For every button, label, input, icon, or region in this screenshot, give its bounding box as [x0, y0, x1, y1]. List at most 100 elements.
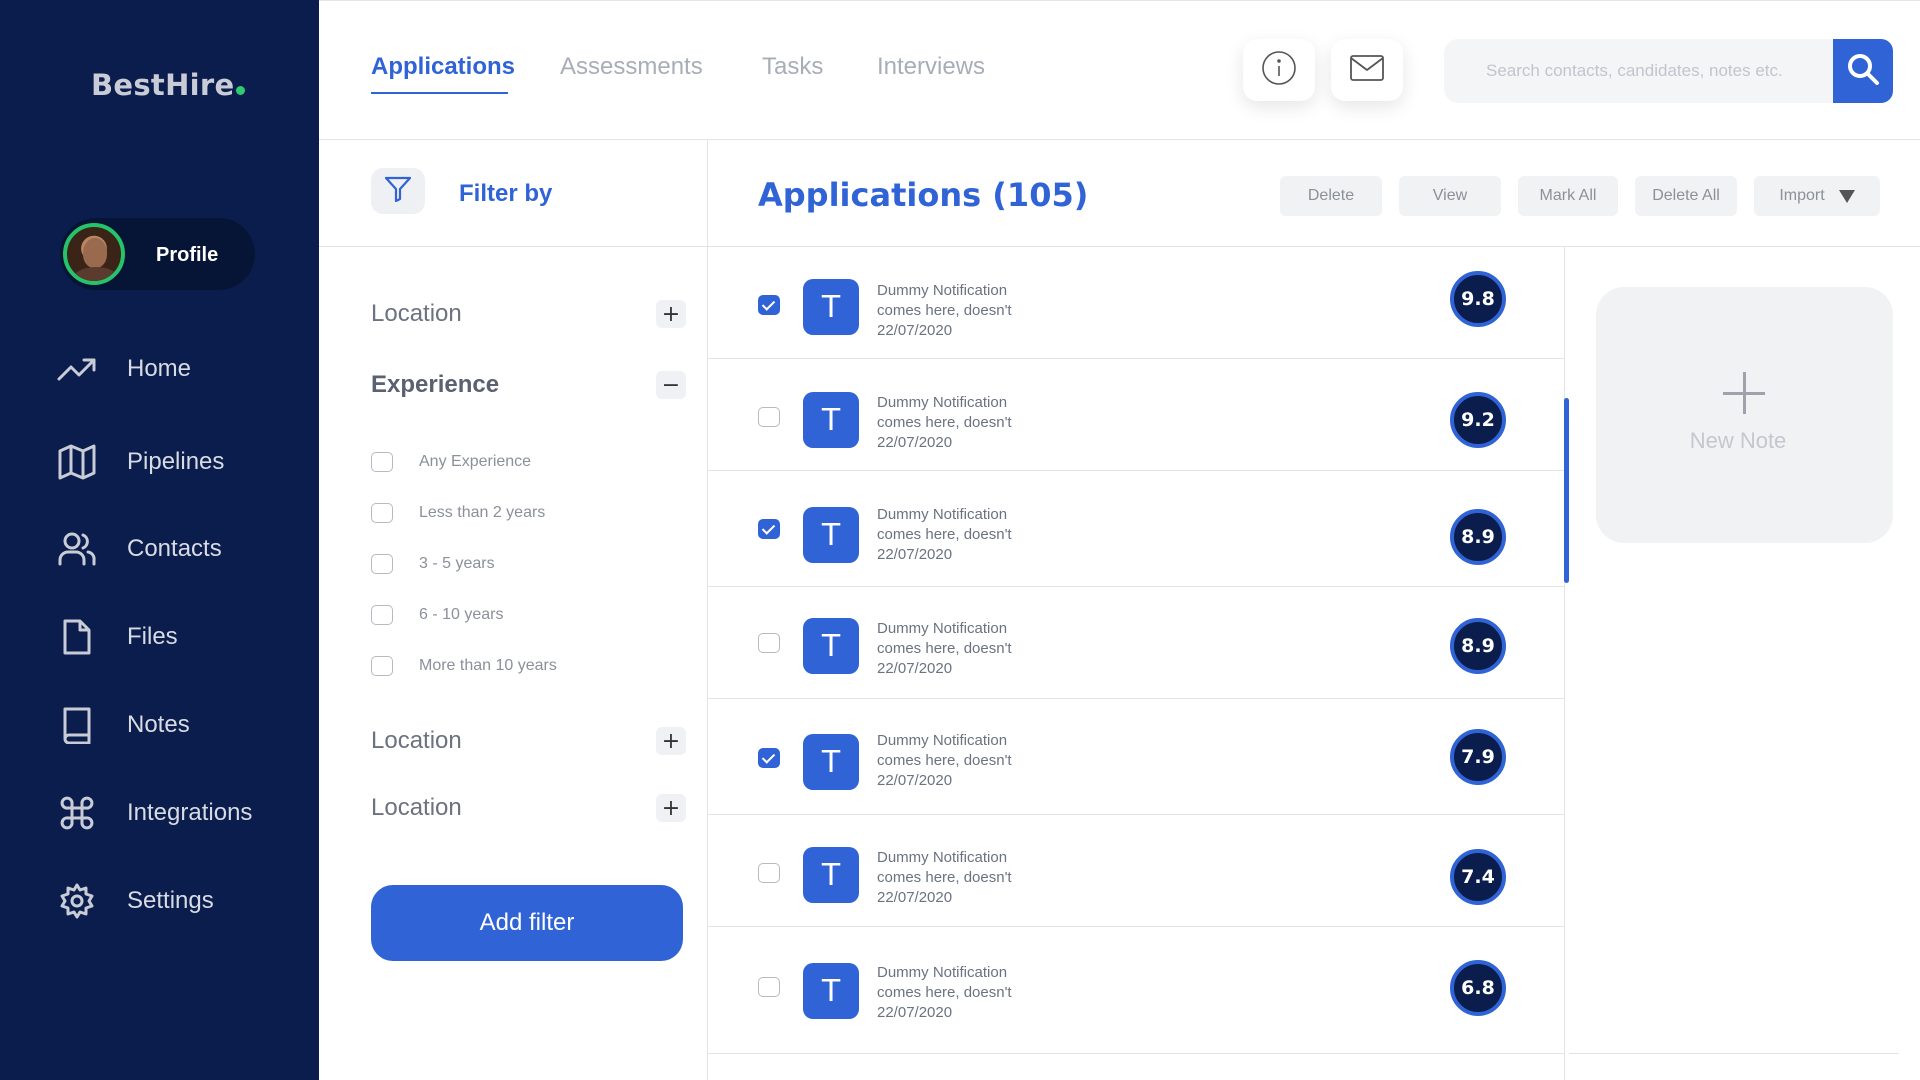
- tab-tasks[interactable]: Tasks: [762, 53, 823, 81]
- score-badge: 8.9: [1450, 509, 1506, 565]
- users-icon: [55, 527, 99, 571]
- checkbox[interactable]: [371, 452, 393, 472]
- row-checkbox[interactable]: [758, 633, 780, 653]
- logo-text: BestHire: [91, 68, 235, 102]
- row-checkbox[interactable]: [758, 295, 780, 315]
- command-icon: [55, 791, 99, 835]
- score-badge: 9.8: [1450, 271, 1506, 327]
- trending-up-icon: [55, 347, 99, 391]
- row-checkbox[interactable]: [758, 519, 780, 539]
- search-button[interactable]: [1833, 39, 1893, 103]
- sidebar-item-pipelines[interactable]: Pipelines: [55, 440, 305, 484]
- info-button[interactable]: [1243, 39, 1315, 101]
- avatar: [63, 223, 125, 285]
- filter-section-location[interactable]: Location +: [371, 721, 686, 761]
- table-row[interactable]: T Dummy Notification comes here, doesn't…: [708, 359, 1564, 471]
- row-checkbox[interactable]: [758, 407, 780, 427]
- option-label: 6 - 10 years: [419, 606, 504, 623]
- filter-section-label: Experience: [371, 371, 500, 398]
- profile-button[interactable]: Profile: [60, 218, 255, 290]
- expand-button[interactable]: +: [656, 727, 686, 755]
- expand-button[interactable]: +: [656, 794, 686, 822]
- row-line: Dummy Notification: [877, 849, 1008, 866]
- filter-section-label: Location: [371, 727, 462, 754]
- sidebar-item-label: Settings: [127, 887, 214, 914]
- sidebar-item-contacts[interactable]: Contacts: [55, 527, 305, 571]
- sidebar: BestHire Profile Home Pipelines Contacts: [0, 0, 319, 1080]
- tab-interviews[interactable]: Interviews: [877, 53, 985, 81]
- app-logo[interactable]: BestHire: [91, 68, 246, 102]
- filter-section-experience[interactable]: Experience −: [371, 365, 686, 405]
- row-text: Dummy Notification comes here, doesn't 2…: [877, 505, 1047, 565]
- option-label: 3 - 5 years: [419, 555, 495, 572]
- checkbox[interactable]: [371, 605, 393, 625]
- row-avatar: T: [803, 963, 859, 1019]
- add-filter-button[interactable]: Add filter: [371, 885, 683, 961]
- filter-button[interactable]: [371, 168, 425, 214]
- expand-button[interactable]: +: [656, 300, 686, 328]
- row-line: comes here, doesn't: [877, 869, 1012, 886]
- view-button[interactable]: View: [1399, 176, 1501, 216]
- experience-option[interactable]: 6 - 10 years: [371, 600, 503, 630]
- new-note-label: New Note: [1689, 428, 1787, 453]
- row-text: Dummy Notification comes here, doesn't 2…: [877, 731, 1047, 791]
- sidebar-item-integrations[interactable]: Integrations: [55, 791, 305, 835]
- row-avatar: T: [803, 507, 859, 563]
- row-line: Dummy Notification: [877, 964, 1008, 981]
- table-row[interactable]: T Dummy Notification comes here, doesn't…: [708, 815, 1564, 927]
- score-badge: 6.8: [1450, 960, 1506, 1016]
- row-checkbox[interactable]: [758, 977, 780, 997]
- file-icon: [55, 615, 99, 659]
- delete-button[interactable]: Delete: [1280, 176, 1382, 216]
- tab-applications[interactable]: Applications: [371, 53, 515, 81]
- experience-option[interactable]: 3 - 5 years: [371, 549, 495, 579]
- row-checkbox[interactable]: [758, 748, 780, 768]
- mark-all-button[interactable]: Mark All: [1518, 176, 1618, 216]
- row-line: comes here, doesn't: [877, 526, 1012, 543]
- row-text: Dummy Notification comes here, doesn't 2…: [877, 848, 1047, 908]
- new-note-card[interactable]: New Note: [1596, 287, 1893, 543]
- experience-option[interactable]: More than 10 years: [371, 651, 557, 681]
- option-label: More than 10 years: [419, 657, 557, 674]
- filter-section-location[interactable]: Location +: [371, 788, 686, 828]
- delete-all-button[interactable]: Delete All: [1635, 176, 1737, 216]
- table-row[interactable]: T Dummy Notification comes here, doesn't…: [708, 587, 1564, 699]
- table-row[interactable]: T Dummy Notification comes here, doesn't…: [708, 471, 1564, 587]
- score-badge: 7.4: [1450, 849, 1506, 905]
- sidebar-item-home[interactable]: Home: [55, 347, 305, 391]
- map-icon: [55, 440, 99, 484]
- filter-section-location[interactable]: Location +: [371, 294, 686, 334]
- applications-list[interactable]: T Dummy Notification comes here, doesn't…: [708, 247, 1565, 1080]
- import-dropdown[interactable]: Import: [1754, 176, 1880, 216]
- app-root: BestHire Profile Home Pipelines Contacts: [0, 0, 1920, 1080]
- checkbox[interactable]: [371, 656, 393, 676]
- list-scrollbar[interactable]: [1564, 398, 1569, 583]
- sidebar-item-label: Home: [127, 355, 192, 382]
- row-date: 22/07/2020: [877, 889, 953, 906]
- experience-option[interactable]: Any Experience: [371, 447, 531, 477]
- table-row[interactable]: T Dummy Notification comes here, doesn't…: [708, 699, 1564, 815]
- search-icon: [1846, 52, 1880, 91]
- row-avatar: T: [803, 618, 859, 674]
- top-bar: Applications Assessments Tasks Interview…: [319, 0, 1920, 140]
- page-title: Applications (105): [758, 176, 1089, 214]
- filter-title: Filter by: [459, 180, 553, 207]
- mail-button[interactable]: [1331, 39, 1403, 101]
- table-row[interactable]: T Dummy Notification comes here, doesn't…: [708, 247, 1564, 359]
- row-checkbox[interactable]: [758, 863, 780, 883]
- tab-assessments[interactable]: Assessments: [560, 53, 703, 81]
- sidebar-item-settings[interactable]: Settings: [55, 879, 305, 923]
- checkbox[interactable]: [371, 554, 393, 574]
- row-line: Dummy Notification: [877, 394, 1008, 411]
- experience-option[interactable]: Less than 2 years: [371, 498, 545, 528]
- search-input[interactable]: [1444, 39, 1857, 103]
- applications-header: Applications (105) Delete View Mark All …: [708, 140, 1920, 247]
- sidebar-item-files[interactable]: Files: [55, 615, 305, 659]
- profile-label: Profile: [156, 244, 219, 266]
- row-line: comes here, doesn't: [877, 302, 1012, 319]
- sidebar-item-notes[interactable]: Notes: [55, 703, 305, 747]
- collapse-button[interactable]: −: [656, 371, 686, 399]
- row-date: 22/07/2020: [877, 1004, 953, 1021]
- checkbox[interactable]: [371, 503, 393, 523]
- table-row[interactable]: T Dummy Notification comes here, doesn't…: [708, 927, 1564, 1054]
